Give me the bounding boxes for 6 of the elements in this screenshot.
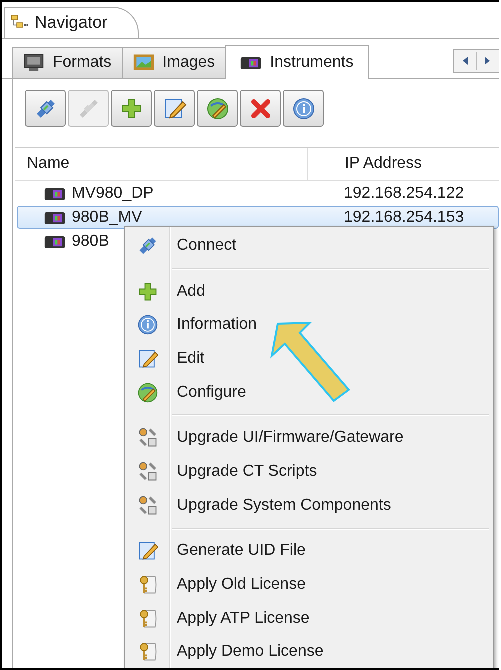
table-cell: 192.168.254.122 xyxy=(344,184,464,202)
table-cell: 980B xyxy=(72,232,110,250)
table-cell: 192.168.254.153 xyxy=(344,208,464,226)
table-cell: 980B_MV xyxy=(72,208,142,226)
table-cell: MV980_DP xyxy=(72,184,154,202)
view-title: Navigator xyxy=(35,13,108,33)
